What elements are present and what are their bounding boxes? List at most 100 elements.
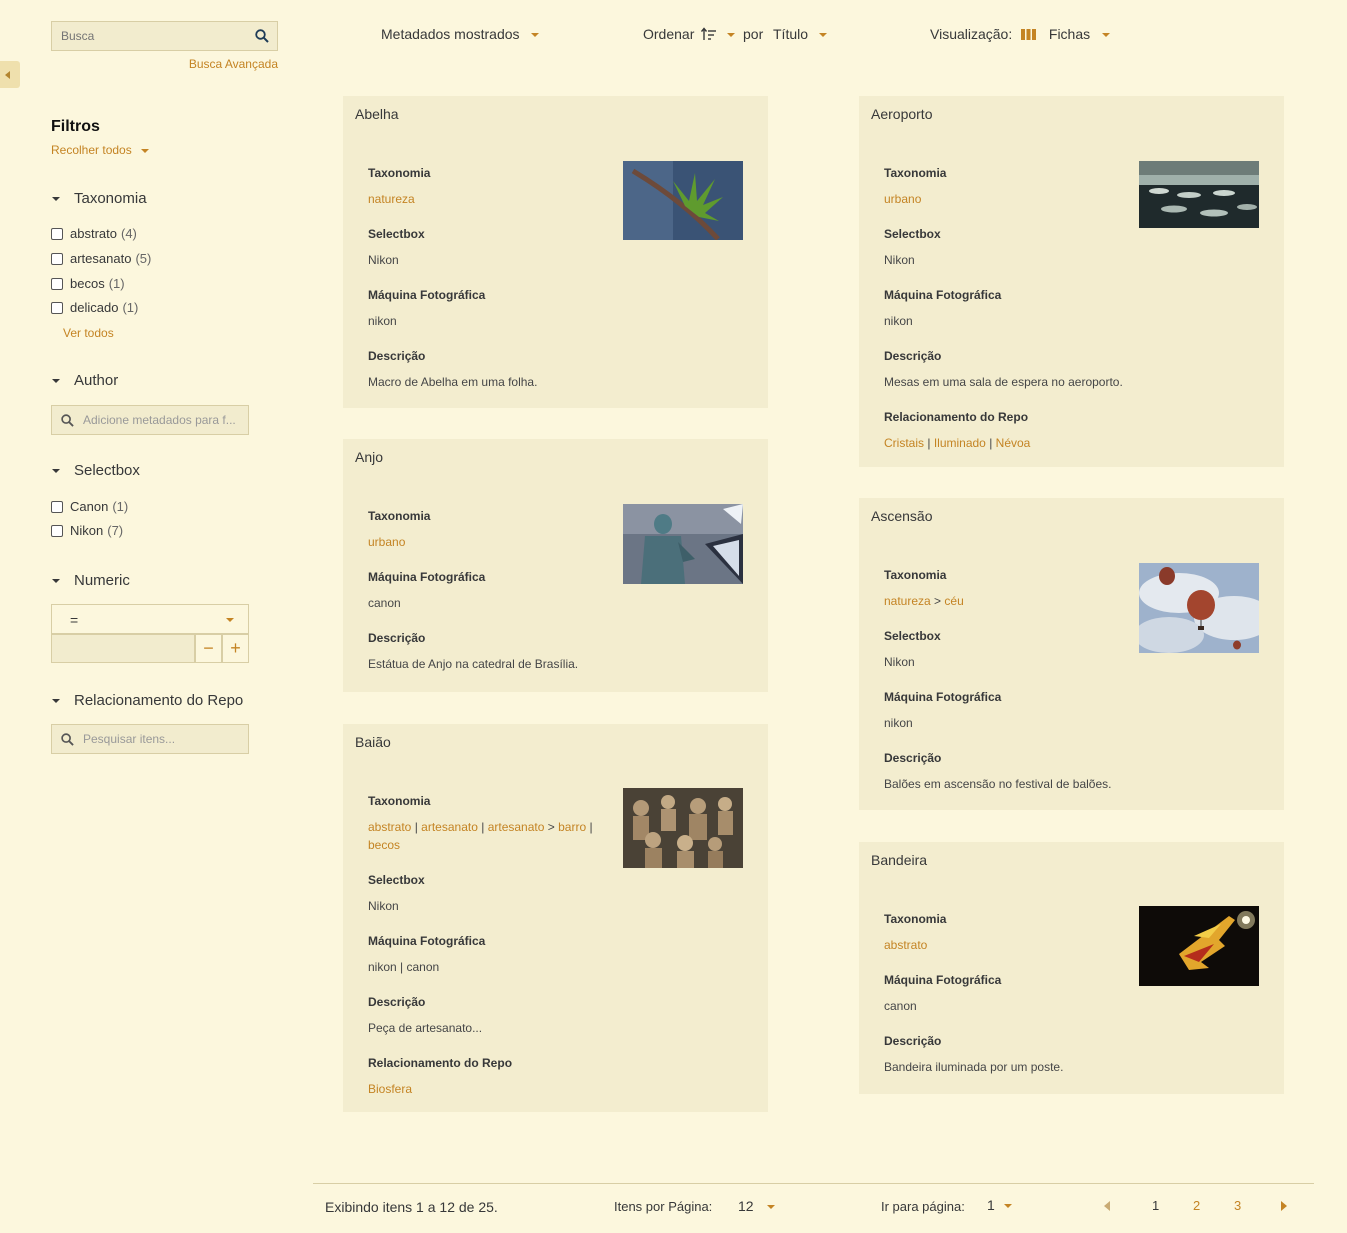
option-label: artesanato xyxy=(70,251,132,266)
taxonomy-link[interactable]: natureza xyxy=(884,594,931,608)
item-card-bandeira[interactable]: Bandeira Taxonomia abstrato Máquina Foto… xyxy=(859,842,1284,1094)
increment-button[interactable]: + xyxy=(222,634,249,663)
search-icon[interactable] xyxy=(255,29,269,43)
card-title[interactable]: Abelha xyxy=(355,106,399,122)
previous-page-icon[interactable] xyxy=(1104,1201,1110,1211)
input-placeholder: Adicione metadados para f... xyxy=(83,413,236,427)
card-metadata: Taxonomia urbano Máquina Fotográfica can… xyxy=(368,509,608,692)
checkbox[interactable] xyxy=(51,524,63,537)
taxonomy-link[interactable]: céu xyxy=(944,594,963,608)
repo-link[interactable]: Iluminado xyxy=(934,436,986,450)
repo-link[interactable]: Biosfera xyxy=(368,1082,412,1096)
facet-numeric-header[interactable]: Numeric xyxy=(51,572,130,589)
option-label: delicado xyxy=(70,300,119,315)
taxonomy-link[interactable]: natureza xyxy=(368,192,415,206)
meta-label: Selectbox xyxy=(368,873,425,887)
option-label: Canon xyxy=(70,499,109,514)
meta-value: Peça de artesanato... xyxy=(368,1021,483,1035)
meta-value: Cristais | Iluminado | Névoa xyxy=(884,434,1124,452)
item-thumbnail[interactable] xyxy=(623,161,743,240)
numeric-operator-select[interactable]: = xyxy=(51,604,249,634)
card-title[interactable]: Ascensão xyxy=(871,508,932,524)
decrement-button[interactable]: − xyxy=(195,634,222,663)
separator: | xyxy=(989,436,993,450)
collapse-sidebar-button[interactable] xyxy=(0,61,20,88)
see-all-link[interactable]: Ver todos xyxy=(63,326,114,340)
taxonomy-link[interactable]: artesanato xyxy=(488,820,545,834)
facet-taxonomia-header[interactable]: Taxonomia xyxy=(51,190,147,207)
per-page-dropdown[interactable]: 12 xyxy=(738,1198,776,1214)
item-thumbnail[interactable] xyxy=(1139,906,1259,986)
item-card-anjo[interactable]: Anjo Taxonomia urbano Máquina Fotográfic… xyxy=(343,439,768,692)
taxonomy-link[interactable]: abstrato xyxy=(884,938,927,952)
advanced-search-link[interactable]: Busca Avançada xyxy=(160,57,278,71)
repo-search-input[interactable]: Pesquisar itens... xyxy=(51,724,249,754)
checkbox[interactable] xyxy=(51,252,63,265)
page-link[interactable]: 2 xyxy=(1193,1198,1200,1213)
facet-option[interactable]: delicado (1) xyxy=(51,300,138,315)
order-field-label: Título xyxy=(773,26,809,42)
item-thumbnail[interactable] xyxy=(623,504,743,584)
footer-divider xyxy=(313,1183,1314,1184)
card-title[interactable]: Bandeira xyxy=(871,852,927,868)
order-field-dropdown[interactable]: Título xyxy=(773,26,827,42)
meta-value: natureza xyxy=(368,190,608,208)
facet-author-header[interactable]: Author xyxy=(51,372,118,389)
meta-label: Relacionamento do Repo xyxy=(368,1056,513,1070)
facet-option[interactable]: artesanato (5) xyxy=(51,251,151,266)
facet-option[interactable]: becos (1) xyxy=(51,276,125,291)
sort-ascending-icon xyxy=(701,27,717,40)
order-label: Ordenar xyxy=(643,26,695,42)
repo-link[interactable]: Cristais xyxy=(884,436,924,450)
next-page-icon[interactable] xyxy=(1281,1201,1287,1211)
item-thumbnail[interactable] xyxy=(623,788,743,868)
facet-option[interactable]: Nikon (7) xyxy=(51,523,123,538)
card-title[interactable]: Baião xyxy=(355,734,391,750)
taxonomy-link[interactable]: urbano xyxy=(368,535,405,549)
author-search-input[interactable]: Adicione metadados para f... xyxy=(51,405,249,435)
collapse-all-button[interactable]: Recolher todos xyxy=(51,143,150,157)
numeric-value-input[interactable] xyxy=(51,634,195,663)
card-title[interactable]: Anjo xyxy=(355,449,383,465)
meta-label: Máquina Fotográfica xyxy=(884,973,1002,987)
facet-repo-header[interactable]: Relacionamento do Repo xyxy=(51,692,243,709)
checkbox[interactable] xyxy=(51,500,63,513)
item-card-baiao[interactable]: Baião Taxonomia abstrato | artesanato | … xyxy=(343,724,768,1112)
page-link[interactable]: 3 xyxy=(1234,1198,1241,1213)
checkbox[interactable] xyxy=(51,301,63,314)
item-card-aeroporto[interactable]: Aeroporto Taxonomia urbano Selectbox Nik… xyxy=(859,96,1284,467)
taxonomy-link[interactable]: barro xyxy=(558,820,586,834)
facet-selectbox-header[interactable]: Selectbox xyxy=(51,462,140,479)
card-title[interactable]: Aeroporto xyxy=(871,106,932,122)
item-card-ascensao[interactable]: Ascensão Taxonomia natureza > céu Select… xyxy=(859,498,1284,810)
facet-option[interactable]: Canon (1) xyxy=(51,499,128,514)
option-label: becos xyxy=(70,276,105,291)
taxonomy-link[interactable]: artesanato xyxy=(421,820,478,834)
input-placeholder: Pesquisar itens... xyxy=(83,732,176,746)
metadata-shown-dropdown[interactable]: Metadados mostrados xyxy=(381,26,540,42)
option-label: Nikon xyxy=(70,523,104,538)
facet-option[interactable]: abstrato (4) xyxy=(51,226,137,241)
meta-label: Descrição xyxy=(368,631,426,645)
option-count: (1) xyxy=(112,499,129,514)
item-thumbnail[interactable] xyxy=(1139,161,1259,228)
taxonomy-link[interactable]: urbano xyxy=(884,192,921,206)
search-input[interactable] xyxy=(52,22,242,50)
goto-page-dropdown[interactable]: 1 xyxy=(987,1197,1012,1213)
repo-link[interactable]: Névoa xyxy=(996,436,1031,450)
search-field[interactable] xyxy=(51,21,278,51)
order-direction-dropdown[interactable]: Ordenar xyxy=(643,26,736,42)
page-link-current[interactable]: 1 xyxy=(1152,1198,1159,1213)
checkbox[interactable] xyxy=(51,277,63,290)
checkbox[interactable] xyxy=(51,227,63,240)
per-page-value: 12 xyxy=(738,1198,754,1214)
taxonomy-link[interactable]: abstrato xyxy=(368,820,411,834)
collapse-all-label: Recolher todos xyxy=(51,143,132,157)
view-mode-dropdown[interactable]: Fichas xyxy=(1021,26,1111,42)
item-thumbnail[interactable] xyxy=(1139,563,1259,653)
meta-value: nikon xyxy=(368,314,397,328)
meta-value: natureza > céu xyxy=(884,592,1124,610)
item-card-abelha[interactable]: Abelha Taxonomia natureza Selectbox Niko… xyxy=(343,96,768,408)
meta-label: Descrição xyxy=(884,1034,942,1048)
taxonomy-link[interactable]: becos xyxy=(368,838,400,852)
